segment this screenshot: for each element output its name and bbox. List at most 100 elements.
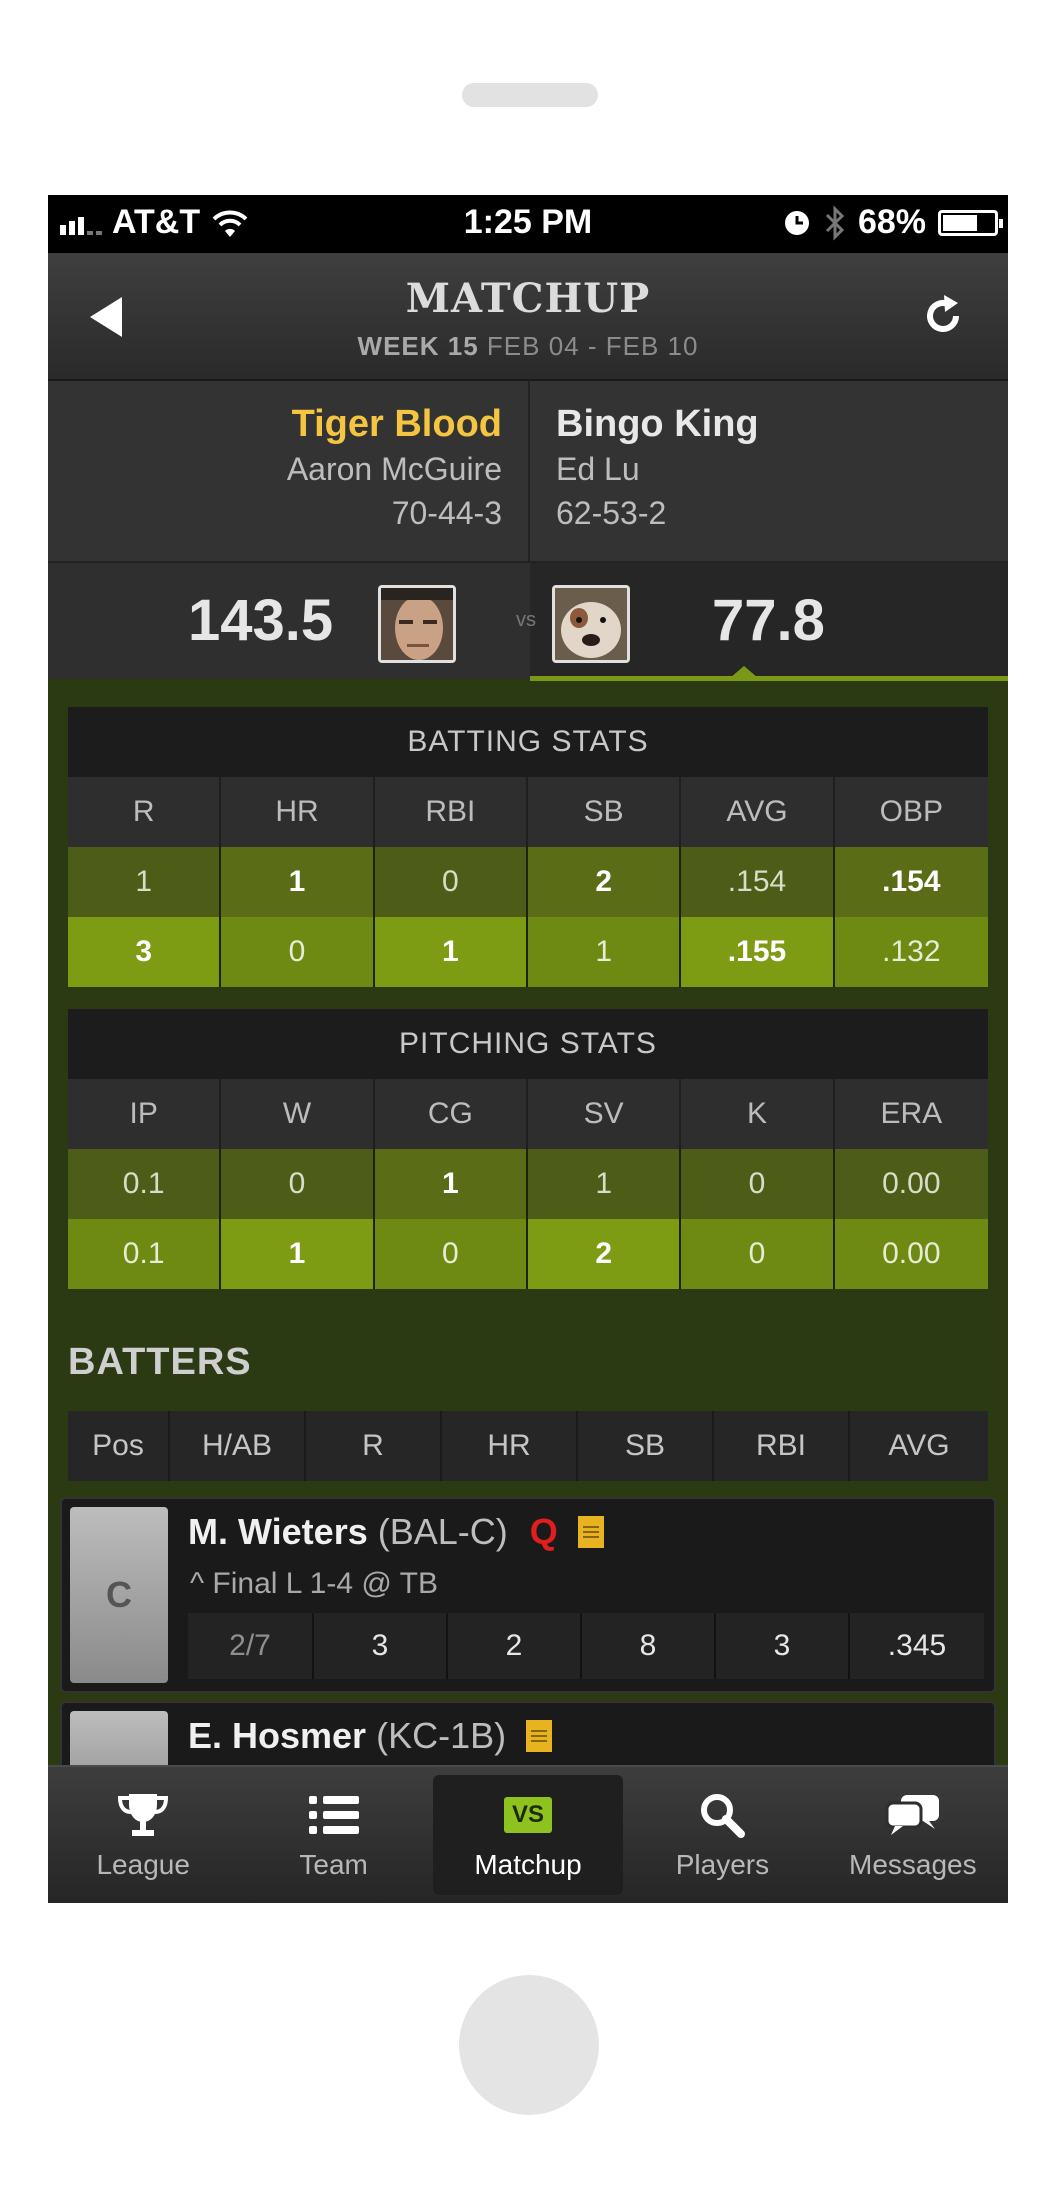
batting-stats-title: BATTING STATS [68,707,988,777]
home-team-record: 70-44-3 [391,495,502,531]
col-header: K [681,1079,835,1149]
score-bar: 143.5 vs 77.8 [48,561,1008,681]
home-avatar[interactable] [378,585,456,663]
home-team-owner: Aaron McGuire [286,451,502,487]
page-title: MATCHUP [405,275,651,322]
stat-cell: 1 [221,1219,375,1289]
tab-messages[interactable]: Messages [818,1767,1008,1903]
away-score: 77.8 [712,588,825,653]
home-batting-row: 1 1 0 2 .154 .154 [68,847,988,917]
batters-header-row: Pos H/AB R HR SB RBI AVG [68,1411,988,1481]
tab-label: Matchup [474,1849,582,1880]
col-header[interactable]: AVG [850,1411,988,1481]
col-header: AVG [681,777,835,847]
away-team-record: 62-53-2 [556,495,667,531]
stat-cell: .154 [681,847,835,917]
col-header: CG [374,1079,528,1149]
stat-cell: 2 [448,1613,582,1679]
position-button[interactable]: C [70,1507,168,1683]
player-stats-row: 2/7 3 2 8 3 .345 [188,1613,984,1679]
away-pitching-row: 0.1 1 0 2 0 0.00 [68,1219,988,1289]
player-name[interactable]: M. Wieters [188,1511,368,1552]
col-header[interactable]: H/AB [170,1411,306,1481]
stat-cell: 1 [374,1149,528,1219]
tab-label: Team [299,1849,368,1880]
stat-cell: 0 [681,1149,835,1219]
pitching-stats-table: PITCHING STATS IP W CG SV K ERA 0.1 0 1 … [68,1009,988,1289]
col-header[interactable]: Pos [68,1411,170,1481]
player-name-line: E. Hosmer (KC-1B) [188,1715,553,1757]
battery-percent: 68% [857,203,926,241]
batting-stats-table: BATTING STATS R HR RBI SB AVG OBP 1 1 0 … [68,707,988,987]
home-button[interactable] [459,1975,599,2115]
stat-cell: 1 [68,847,222,917]
home-pitching-row: 0.1 0 1 1 0 0.00 [68,1149,988,1219]
tab-players[interactable]: Players [627,1767,817,1903]
pitching-header-row: IP W CG SV K ERA [68,1079,988,1149]
note-icon[interactable] [526,1720,553,1752]
device-speaker [462,83,598,107]
chat-icon [885,1795,939,1835]
col-header: IP [68,1079,222,1149]
status-bar: AT&T 1:25 PM 68% [48,195,1008,253]
stat-cell: 2 [527,1219,682,1289]
player-team: (KC-1B) [376,1715,507,1756]
away-avatar[interactable] [552,585,630,663]
stat-cell: 1 [374,917,528,987]
stat-cell: .132 [834,917,988,987]
col-header: R [68,777,222,847]
list-icon [308,1796,359,1834]
tab-team[interactable]: Team [238,1767,428,1903]
stat-cell: 0.00 [834,1149,988,1219]
away-batting-row: 3 0 1 1 .155 .132 [68,917,988,987]
stat-cell: 1 [221,847,375,917]
player-team: (BAL-C) [377,1511,508,1552]
search-icon [701,1794,746,1838]
col-header[interactable]: RBI [714,1411,850,1481]
week-subtitle: WEEK 15 FEB 04 - FEB 10 [48,331,1008,362]
stat-cell: 8 [582,1613,716,1679]
stat-cell: 1 [527,917,682,987]
home-team[interactable]: Tiger Blood Aaron McGuire 70-44-3 [48,381,530,561]
alarm-icon [784,210,809,235]
stat-cell: 1 [527,1149,682,1219]
col-header[interactable]: R [306,1411,442,1481]
batters-section-title: BATTERS [68,1341,252,1383]
col-header: SV [527,1079,682,1149]
stat-cell: 0.00 [834,1219,988,1289]
stat-cell: 0.1 [68,1149,222,1219]
player-name[interactable]: E. Hosmer [188,1715,366,1756]
stat-cell: 0 [221,1149,375,1219]
col-header: OBP [834,777,988,847]
pitching-stats-title: PITCHING STATS [68,1009,988,1079]
stat-cell: 0 [374,847,528,917]
note-icon[interactable] [577,1516,604,1548]
team-header: Tiger Blood Aaron McGuire 70-44-3 Bingo … [48,381,1008,561]
tab-bar: League Team VS Matchup Players Messages [48,1765,1008,1903]
away-team[interactable]: Bingo King Ed Lu 62-53-2 [532,381,1008,561]
col-header: ERA [834,1079,988,1149]
stat-cell: 0 [221,917,375,987]
tab-matchup[interactable]: VS Matchup [432,1775,624,1895]
stat-cell: .154 [834,847,988,917]
questionable-badge: Q [529,1511,558,1552]
trophy-icon [118,1794,169,1836]
batting-header-row: R HR RBI SB AVG OBP [68,777,988,847]
away-team-owner: Ed Lu [556,451,640,487]
tab-league[interactable]: League [48,1767,238,1903]
away-team-name: Bingo King [556,403,759,445]
stat-cell: .155 [681,917,835,987]
col-header[interactable]: HR [442,1411,578,1481]
player-row[interactable]: C M. Wieters (BAL-C) Q ^ Final L 1-4 @ T… [60,1497,996,1693]
bluetooth-icon [825,204,845,241]
col-header[interactable]: SB [578,1411,714,1481]
col-header: SB [527,777,682,847]
home-score: 143.5 [188,588,334,653]
refresh-icon[interactable] [918,291,968,341]
stat-cell: 3 [314,1613,448,1679]
stat-cell: 2/7 [188,1613,314,1679]
stat-cell: 3 [716,1613,850,1679]
tab-label: Messages [849,1849,977,1880]
player-name-line: M. Wieters (BAL-C) Q [188,1511,604,1553]
week-label: WEEK 15 [357,331,479,361]
